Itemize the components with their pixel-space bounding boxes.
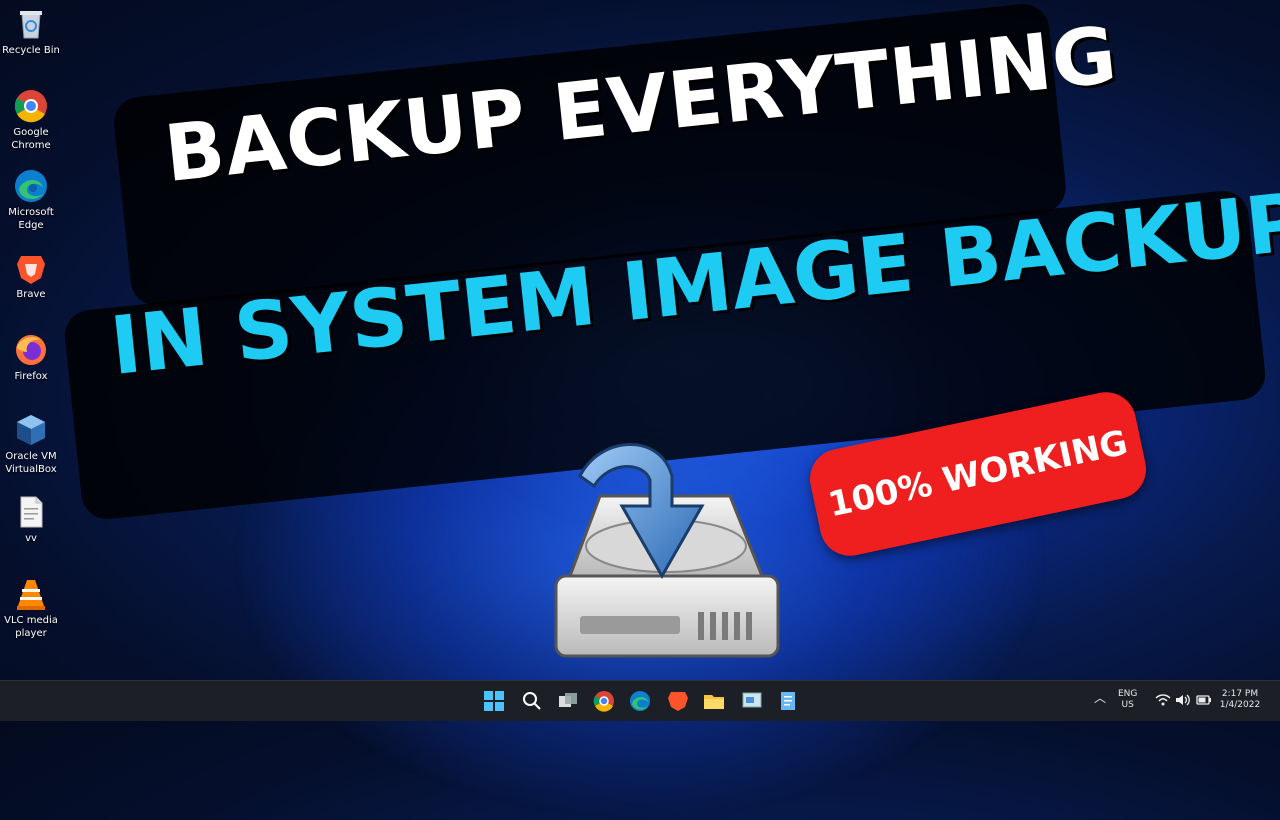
notepad-icon[interactable] <box>776 689 800 713</box>
desktop-icon-firefox[interactable]: Firefox <box>2 332 60 383</box>
vlc-icon <box>13 576 49 612</box>
desktop-icon-recycle-bin[interactable]: Recycle Bin <box>2 6 60 57</box>
clock[interactable]: 2:17 PM 1/4/2022 <box>1216 689 1264 711</box>
language-indicator[interactable]: ENG US <box>1118 689 1137 711</box>
file-explorer-icon[interactable] <box>702 689 726 713</box>
firefox-icon <box>13 332 49 368</box>
desktop-icon-vlc[interactable]: VLC media player <box>2 576 60 640</box>
clock-date: 1/4/2022 <box>1219 700 1261 710</box>
language-region: US <box>1121 700 1134 710</box>
volume-icon[interactable] <box>1174 691 1192 709</box>
desktop-icon-label: VLC media player <box>4 615 58 639</box>
desktop-icon-google-chrome[interactable]: Google Chrome <box>2 88 60 152</box>
desktop-icon-label: Firefox <box>14 371 48 382</box>
chrome-taskbar-icon[interactable] <box>592 689 616 713</box>
start-icon[interactable] <box>482 689 506 713</box>
desktop-icon-label: Microsoft Edge <box>8 207 54 231</box>
backup-drive-icon <box>540 436 790 666</box>
edge-taskbar-icon[interactable] <box>628 689 652 713</box>
wifi-icon[interactable] <box>1154 691 1172 709</box>
search-icon[interactable] <box>520 689 544 713</box>
recycle-bin-icon <box>13 6 49 42</box>
chrome-icon <box>13 88 49 124</box>
clock-time: 2:17 PM <box>1221 689 1259 699</box>
battery-icon[interactable] <box>1195 691 1213 709</box>
brave-icon <box>13 250 49 286</box>
chevron-up-icon[interactable]: ︿ <box>1094 692 1106 704</box>
taskbar: ︿ ENG US 2:17 PM 1/4/2022 <box>0 680 1280 721</box>
control-panel-icon[interactable] <box>740 689 764 713</box>
desktop-icon-vv[interactable]: vv <box>2 494 60 545</box>
desktop-icon-brave[interactable]: Brave <box>2 250 60 301</box>
task-view-icon[interactable] <box>556 689 580 713</box>
desktop-icon-column: Recycle Bin Google Chrome Microsoft Edge… <box>0 0 64 680</box>
language-code: ENG <box>1118 689 1138 699</box>
brave-taskbar-icon[interactable] <box>666 689 690 713</box>
desktop-icon-label: Brave <box>16 289 46 300</box>
desktop-icon-microsoft-edge[interactable]: Microsoft Edge <box>2 168 60 232</box>
desktop-icon-virtualbox[interactable]: Oracle VM VirtualBox <box>2 412 60 476</box>
desktop-icon-label: vv <box>25 533 37 544</box>
desktop-icon-label: Google Chrome <box>11 127 51 151</box>
edge-icon <box>13 168 49 204</box>
desktop-icon-label: Oracle VM VirtualBox <box>5 451 57 475</box>
text-file-icon <box>13 494 49 530</box>
virtualbox-icon <box>13 412 49 448</box>
desktop-icon-label: Recycle Bin <box>2 45 60 56</box>
